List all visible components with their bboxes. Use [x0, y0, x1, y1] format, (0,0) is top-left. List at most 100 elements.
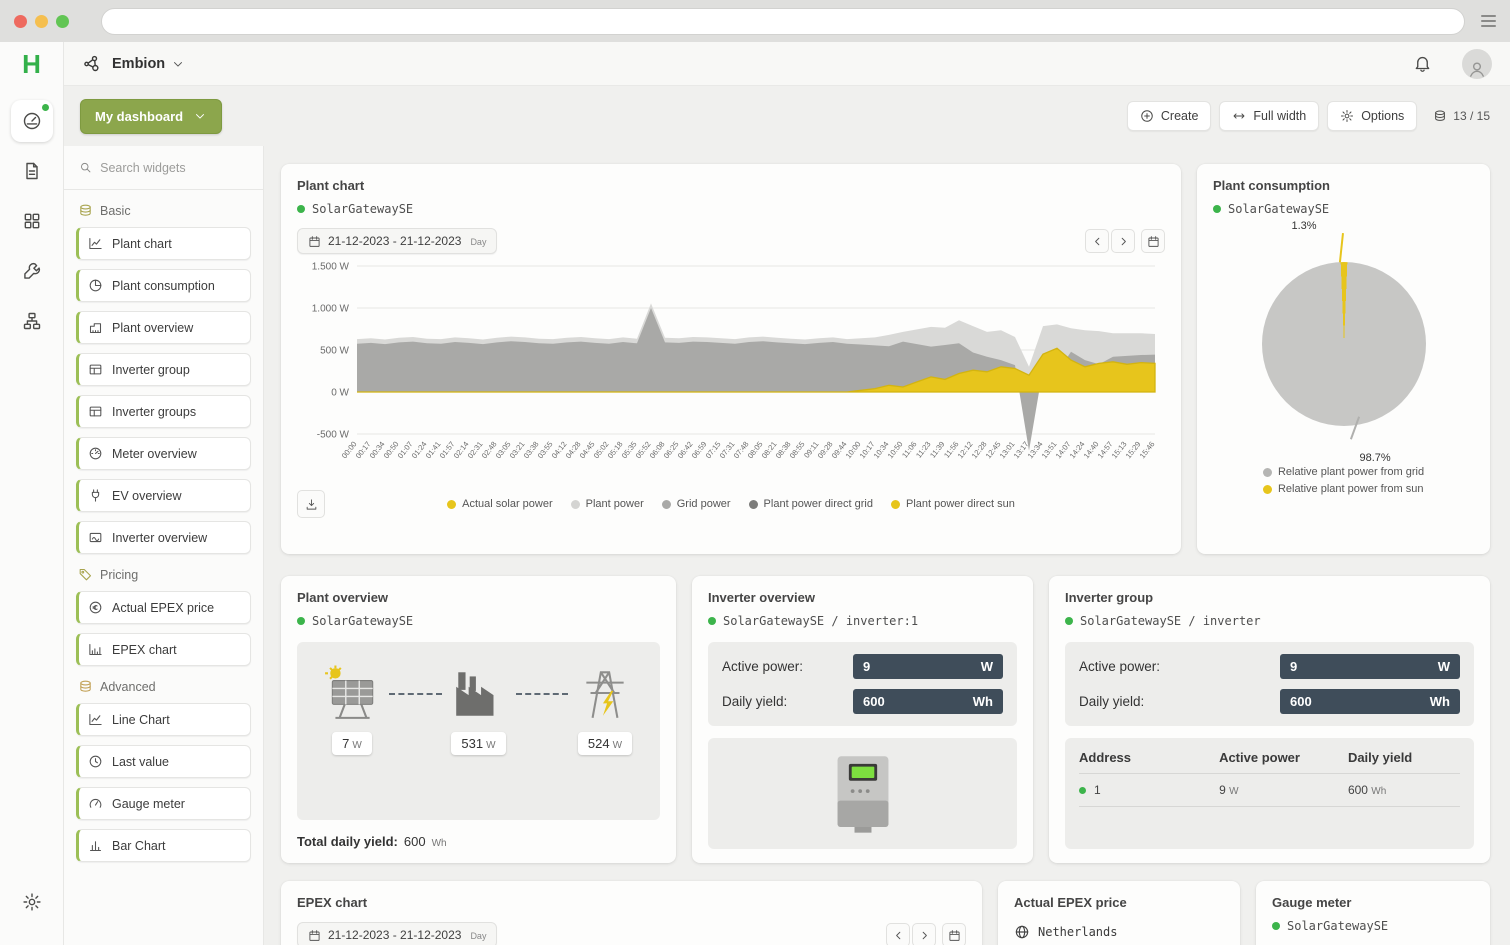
calendar-button[interactable] [1141, 229, 1165, 253]
avatar[interactable] [1462, 49, 1492, 79]
widget-item[interactable]: Line Chart [76, 703, 251, 736]
nav-sitemap[interactable] [11, 300, 53, 342]
arrow-right-icon [918, 929, 931, 942]
widget-item[interactable]: Bar Chart [76, 829, 251, 862]
legend-dot [571, 500, 580, 509]
download-button[interactable] [297, 490, 325, 518]
group-table-rows: 19 W600 Wh [1079, 774, 1460, 807]
legend-item[interactable]: Grid power [662, 498, 731, 510]
nav-reports[interactable] [11, 150, 53, 192]
pie-label-grid: 98.7% [1360, 452, 1391, 464]
layers-icon [78, 679, 93, 694]
arrow-left-icon [1091, 235, 1104, 248]
widget-item[interactable]: EV overview [76, 479, 251, 512]
nav-apps[interactable] [11, 200, 53, 242]
legend-item[interactable]: Plant power direct grid [749, 498, 873, 510]
widget-item[interactable]: Inverter overview [76, 521, 251, 554]
widget-item[interactable]: Inverter groups [76, 395, 251, 428]
legend-item[interactable]: Relative plant power from sun [1263, 483, 1424, 495]
device-row: SolarGatewaySE [1213, 202, 1474, 216]
date-range-picker[interactable]: 21-12-2023 - 21-12-2023 Day [297, 922, 497, 945]
widget-title: Actual EPEX price [1014, 895, 1224, 910]
legend-item[interactable]: Actual solar power [447, 498, 553, 510]
status-dot [297, 617, 305, 625]
widget-title: Gauge meter [1272, 895, 1474, 910]
options-button[interactable]: Options [1327, 101, 1417, 131]
grid-node: 524 W [576, 664, 634, 755]
table-header: Active power [1219, 750, 1348, 765]
legend-item[interactable]: Plant power [571, 498, 644, 510]
app-logo[interactable]: H [22, 42, 41, 86]
solar-panel-icon [323, 664, 381, 722]
embion-logo-icon [82, 54, 102, 74]
plant-diagram: 7 W [297, 642, 660, 820]
org-selector[interactable]: Embion [112, 56, 185, 72]
legend-item[interactable]: Plant power direct sun [891, 498, 1015, 510]
nav-dashboard[interactable] [11, 100, 53, 142]
prev-period-button[interactable] [886, 923, 910, 945]
next-period-button[interactable] [912, 923, 936, 945]
section-title-basic: Basic [78, 203, 249, 218]
legend-dot [891, 500, 900, 509]
window-zoom-button[interactable] [56, 15, 69, 28]
dashboard-selector-button[interactable]: My dashboard [80, 99, 222, 134]
widget-item[interactable]: Plant chart [76, 227, 251, 260]
legend-item[interactable]: Relative plant power from grid [1263, 466, 1424, 478]
next-period-button[interactable] [1111, 229, 1135, 253]
app-header: Embion [64, 42, 1510, 86]
widget-item[interactable]: Gauge meter [76, 787, 251, 820]
table-icon [88, 404, 103, 419]
widget-title: Inverter group [1065, 590, 1474, 605]
svg-text:-500 W: -500 W [317, 430, 350, 441]
inverter-group-stats: Active power: 9 W Daily yield: 600 [1065, 642, 1474, 726]
device-name: SolarGatewaySE [312, 614, 413, 628]
price-icon [88, 600, 103, 615]
widget-item[interactable]: Plant overview [76, 311, 251, 344]
active-indicator-dot [42, 104, 49, 111]
person-icon [1467, 59, 1487, 79]
svg-text:08:55: 08:55 [788, 440, 807, 461]
date-mode: Day [470, 237, 486, 248]
create-button[interactable]: Create [1127, 101, 1212, 131]
bell-icon[interactable] [1413, 54, 1432, 73]
legend-dot [1263, 468, 1272, 477]
widget-item[interactable]: Plant consumption [76, 269, 251, 302]
plus-circle-icon [1140, 109, 1154, 123]
widget-item[interactable]: Last value [76, 745, 251, 778]
window-minimize-button[interactable] [35, 15, 48, 28]
table-row[interactable]: 19 W600 Wh [1079, 774, 1460, 807]
nav-settings[interactable] [11, 881, 53, 923]
section-title-pricing: Pricing [78, 567, 249, 582]
browser-menu-icon[interactable] [1481, 12, 1496, 30]
widget-epex-chart: EPEX chart 21-12-2023 - 21-12-2023 Day [281, 881, 982, 945]
section-title-advanced: Advanced [78, 679, 249, 694]
wrench-icon [22, 261, 42, 281]
date-range-picker[interactable]: 21-12-2023 - 21-12-2023 Day [297, 228, 497, 254]
widget-item[interactable]: EPEX chart [76, 633, 251, 666]
svg-text:15:46: 15:46 [1138, 440, 1157, 461]
prev-period-button[interactable] [1085, 229, 1109, 253]
widget-sections: Basic Plant chart Plant consumption Plant o… [76, 203, 251, 862]
device-name: SolarGatewaySE [312, 202, 413, 216]
window-close-button[interactable] [14, 15, 27, 28]
svg-text:1.500 W: 1.500 W [312, 262, 350, 273]
widget-item[interactable]: Inverter group [76, 353, 251, 386]
calendar-button[interactable] [942, 923, 966, 945]
nav-tools[interactable] [11, 250, 53, 292]
value-badge: 600 Wh [1280, 689, 1460, 714]
stat-daily-yield: Daily yield: 600 Wh [722, 689, 1003, 714]
full-width-button[interactable]: Full width [1219, 101, 1319, 131]
device-name: SolarGatewaySE / inverter [1080, 614, 1261, 628]
browser-url-bar[interactable] [101, 8, 1465, 35]
widget-item[interactable]: Actual EPEX price [76, 591, 251, 624]
widget-title: Inverter overview [708, 590, 1017, 605]
calendar-icon [1147, 235, 1160, 248]
download-icon [305, 498, 318, 511]
report-icon [22, 161, 42, 181]
nav-rail: H [0, 42, 64, 945]
chevron-down-icon [193, 109, 207, 123]
building-icon [88, 320, 103, 335]
table-header: Address [1079, 750, 1219, 765]
search-input[interactable] [100, 161, 248, 175]
widget-item[interactable]: Meter overview [76, 437, 251, 470]
